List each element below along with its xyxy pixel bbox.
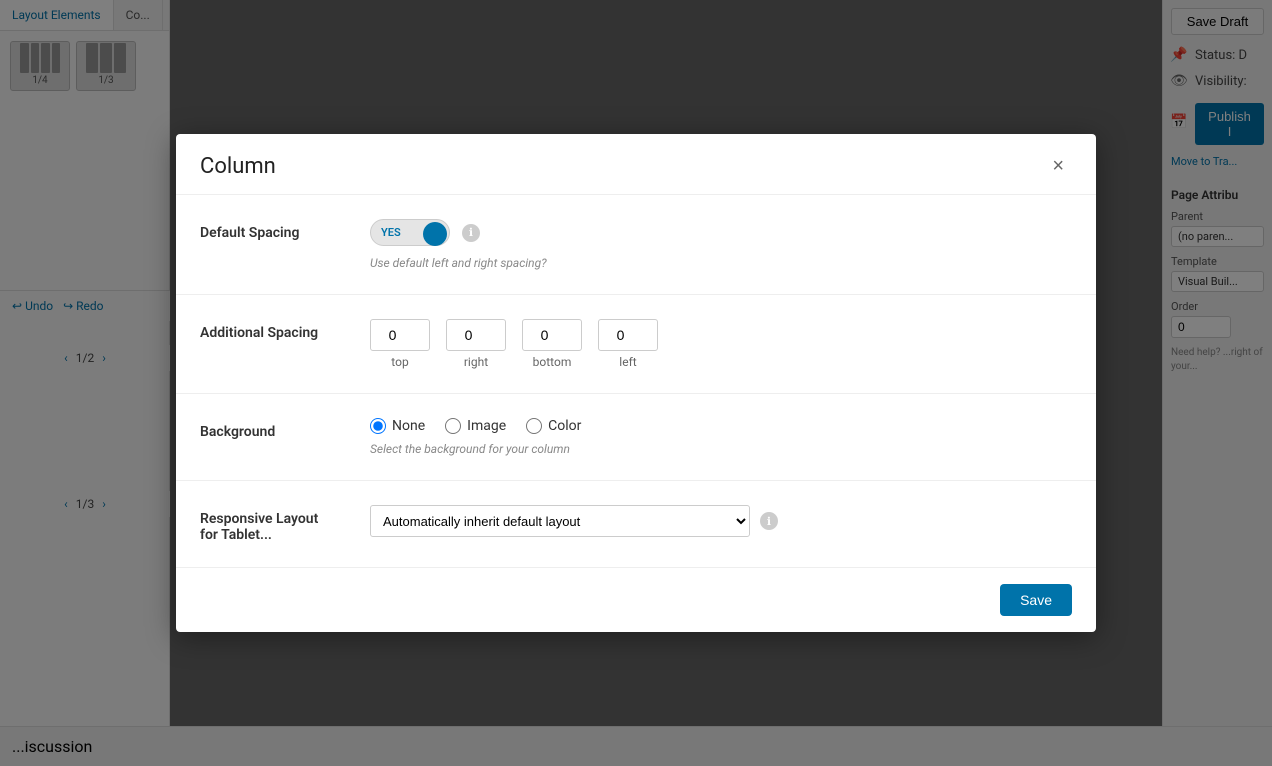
spacing-field-left: left: [598, 319, 658, 369]
background-image-radio[interactable]: [445, 418, 461, 434]
modal-header: Column ×: [176, 134, 1096, 195]
responsive-info-icon[interactable]: ℹ: [760, 512, 778, 530]
responsive-layout-label: Responsive Layout for Tablet...: [200, 505, 330, 543]
spacing-left-label: left: [619, 355, 636, 369]
additional-spacing-label: Additional Spacing: [200, 319, 330, 341]
spacing-left-input[interactable]: [598, 319, 658, 351]
toggle-row: YES ℹ: [370, 219, 1072, 246]
spacing-field-top: top: [370, 319, 430, 369]
background-image-option[interactable]: Image: [445, 418, 506, 434]
responsive-layout-content: Automatically inherit default layout Ful…: [370, 505, 1072, 537]
background-content: None Image Color Select the background f…: [370, 418, 1072, 456]
spacing-bottom-input[interactable]: [522, 319, 582, 351]
responsive-select-row: Automatically inherit default layout Ful…: [370, 505, 1072, 537]
additional-spacing-content: top right bottom left: [370, 319, 1072, 369]
responsive-layout-section: Responsive Layout for Tablet... Automati…: [176, 481, 1096, 568]
default-spacing-hint: Use default left and right spacing?: [370, 256, 1072, 270]
spacing-field-bottom: bottom: [522, 319, 582, 369]
toggle-circle: [423, 222, 447, 246]
background-radio-row: None Image Color: [370, 418, 1072, 434]
modal-save-button[interactable]: Save: [1000, 584, 1072, 616]
info-icon[interactable]: ℹ: [462, 224, 480, 242]
modal-body: Default Spacing YES ℹ Use default left a…: [176, 195, 1096, 568]
spacing-right-label: right: [464, 355, 488, 369]
background-hint: Select the background for your column: [370, 442, 1072, 456]
background-section: Background None Image Color: [176, 394, 1096, 481]
spacing-top-input[interactable]: [370, 319, 430, 351]
spacing-inputs: top right bottom left: [370, 319, 1072, 369]
spacing-field-right: right: [446, 319, 506, 369]
default-spacing-content: YES ℹ Use default left and right spacing…: [370, 219, 1072, 270]
spacing-top-label: top: [391, 355, 408, 369]
background-label: Background: [200, 418, 330, 440]
background-none-option[interactable]: None: [370, 418, 425, 434]
responsive-layout-select[interactable]: Automatically inherit default layout Ful…: [370, 505, 750, 537]
spacing-bottom-label: bottom: [533, 355, 572, 369]
modal-title: Column: [200, 154, 276, 179]
background-image-label: Image: [467, 418, 506, 434]
background-color-radio[interactable]: [526, 418, 542, 434]
background-none-label: None: [392, 418, 425, 434]
toggle-yes-label: YES: [373, 222, 409, 243]
default-spacing-toggle[interactable]: YES: [370, 219, 450, 246]
default-spacing-label: Default Spacing: [200, 219, 330, 241]
background-color-option[interactable]: Color: [526, 418, 581, 434]
background-none-radio[interactable]: [370, 418, 386, 434]
column-modal: Column × Default Spacing YES ℹ Use defau…: [176, 134, 1096, 632]
spacing-right-input[interactable]: [446, 319, 506, 351]
modal-close-button[interactable]: ×: [1044, 152, 1072, 180]
additional-spacing-section: Additional Spacing top right bottom: [176, 295, 1096, 394]
default-spacing-section: Default Spacing YES ℹ Use default left a…: [176, 195, 1096, 295]
modal-footer: Save: [176, 568, 1096, 632]
background-color-label: Color: [548, 418, 581, 434]
